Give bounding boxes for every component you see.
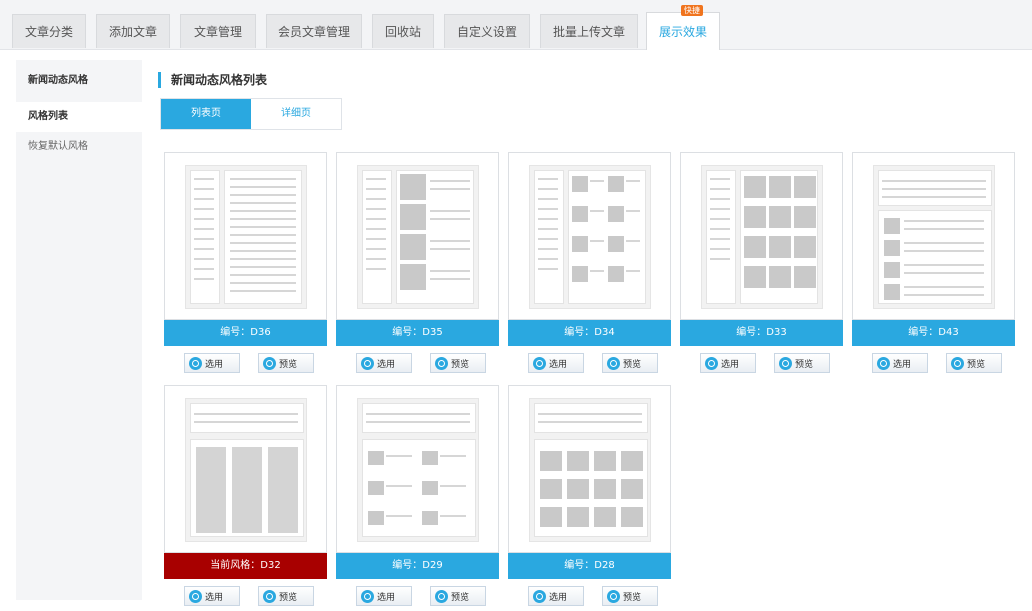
style-code-label: 编号：D34 xyxy=(508,320,671,346)
preview-button[interactable]: 预览 xyxy=(430,586,486,606)
select-button[interactable]: 选用 xyxy=(872,353,928,373)
main-content: 新闻动态风格列表 列表页 详细页 编号：D36 选用 预览 编号：D35 选用 … xyxy=(158,60,1024,607)
card-actions: 选用 预览 xyxy=(528,353,658,373)
magnifier-icon xyxy=(263,589,276,603)
preview-button[interactable]: 预览 xyxy=(602,353,658,373)
style-thumbnail[interactable] xyxy=(164,152,327,320)
card-actions: 选用 预览 xyxy=(356,353,486,373)
arrow-circle-icon xyxy=(705,356,718,370)
style-code-label: 编号：D35 xyxy=(336,320,499,346)
style-card-d36: 编号：D36 选用 预览 xyxy=(164,152,327,374)
tab-display-effect[interactable]: 展示效果 快捷 xyxy=(646,5,720,50)
thumbnail-wireframe xyxy=(357,398,479,542)
style-thumbnail[interactable] xyxy=(680,152,843,320)
arrow-circle-icon xyxy=(361,589,374,603)
style-code-label: 编号：D36 xyxy=(164,320,327,346)
top-tab-bar: 文章分类 添加文章 文章管理 会员文章管理 回收站 自定义设置 批量上传文章 展… xyxy=(0,0,1032,50)
style-card-d32-current: 当前风格：D32 选用 预览 xyxy=(164,385,327,607)
style-card-d29: 编号：D29 选用 预览 xyxy=(336,385,499,607)
tab-batch-upload[interactable]: 批量上传文章 xyxy=(540,14,638,48)
magnifier-icon xyxy=(951,356,964,370)
style-card-d35: 编号：D35 选用 预览 xyxy=(336,152,499,374)
thumbnail-wireframe xyxy=(529,165,651,309)
preview-button[interactable]: 预览 xyxy=(602,586,658,606)
sidebar-title: 新闻动态风格 xyxy=(28,75,88,86)
magnifier-icon xyxy=(435,356,448,370)
style-card-d43: 编号：D43 选用 预览 xyxy=(852,152,1015,374)
tab-article-manage[interactable]: 文章管理 xyxy=(180,14,256,48)
magnifier-icon xyxy=(607,356,620,370)
arrow-circle-icon xyxy=(361,356,374,370)
preview-button[interactable]: 预览 xyxy=(946,353,1002,373)
tab-article-category[interactable]: 文章分类 xyxy=(12,14,86,48)
preview-button[interactable]: 预览 xyxy=(258,353,314,373)
current-style-label: 当前风格：D32 xyxy=(164,553,327,579)
magnifier-icon xyxy=(435,589,448,603)
select-button[interactable]: 选用 xyxy=(528,353,584,373)
thumbnail-wireframe xyxy=(357,165,479,309)
style-thumbnail[interactable] xyxy=(336,385,499,553)
style-thumbnail[interactable] xyxy=(164,385,327,553)
tab-member-article-manage[interactable]: 会员文章管理 xyxy=(266,14,362,48)
card-actions: 选用 预览 xyxy=(184,586,314,606)
thumbnail-wireframe xyxy=(185,398,307,542)
style-thumbnail[interactable] xyxy=(852,152,1015,320)
tab-recycle-bin[interactable]: 回收站 xyxy=(372,14,434,48)
app-window: 文章分类 添加文章 文章管理 会员文章管理 回收站 自定义设置 批量上传文章 展… xyxy=(0,0,1032,611)
tab-add-article[interactable]: 添加文章 xyxy=(96,14,170,48)
style-card-d33: 编号：D33 选用 预览 xyxy=(680,152,843,374)
tab-custom-settings[interactable]: 自定义设置 xyxy=(444,14,530,48)
arrow-circle-icon xyxy=(189,589,202,603)
style-code-label: 编号：D43 xyxy=(852,320,1015,346)
select-button[interactable]: 选用 xyxy=(356,353,412,373)
style-card-d28: 编号：D28 选用 预览 xyxy=(508,385,671,607)
sidebar-item-style-list[interactable]: 风格列表 xyxy=(16,102,142,132)
arrow-circle-icon xyxy=(877,356,890,370)
select-button[interactable]: 选用 xyxy=(184,353,240,373)
subtab-detail-page[interactable]: 详细页 xyxy=(251,99,341,129)
subtab-list-page[interactable]: 列表页 xyxy=(161,99,251,129)
style-thumbnail[interactable] xyxy=(508,152,671,320)
select-button[interactable]: 选用 xyxy=(356,586,412,606)
card-actions: 选用 预览 xyxy=(700,353,830,373)
arrow-circle-icon xyxy=(189,356,202,370)
preview-button[interactable]: 预览 xyxy=(430,353,486,373)
thumbnail-wireframe xyxy=(873,165,995,309)
thumbnail-wireframe xyxy=(529,398,651,542)
select-button[interactable]: 选用 xyxy=(528,586,584,606)
card-actions: 选用 预览 xyxy=(528,586,658,606)
subtab-group: 列表页 详细页 xyxy=(160,98,342,130)
style-code-label: 编号：D33 xyxy=(680,320,843,346)
shortcut-badge: 快捷 xyxy=(681,5,703,16)
style-card-d34: 编号：D34 选用 预览 xyxy=(508,152,671,374)
arrow-circle-icon xyxy=(533,356,546,370)
thumbnail-wireframe xyxy=(185,165,307,309)
card-actions: 选用 预览 xyxy=(356,586,486,606)
style-thumbnail[interactable] xyxy=(336,152,499,320)
page-title: 新闻动态风格列表 xyxy=(158,72,267,88)
thumbnail-wireframe xyxy=(701,165,823,309)
style-code-label: 编号：D29 xyxy=(336,553,499,579)
magnifier-icon xyxy=(607,589,620,603)
arrow-circle-icon xyxy=(533,589,546,603)
sidebar-item-restore-default[interactable]: 恢复默认风格 xyxy=(16,132,142,162)
select-button[interactable]: 选用 xyxy=(700,353,756,373)
magnifier-icon xyxy=(779,356,792,370)
sidebar: 新闻动态风格 风格列表 恢复默认风格 xyxy=(16,60,142,600)
card-actions: 选用 预览 xyxy=(872,353,1002,373)
style-code-label: 编号：D28 xyxy=(508,553,671,579)
preview-button[interactable]: 预览 xyxy=(774,353,830,373)
card-actions: 选用 预览 xyxy=(184,353,314,373)
magnifier-icon xyxy=(263,356,276,370)
preview-button[interactable]: 预览 xyxy=(258,586,314,606)
style-thumbnail[interactable] xyxy=(508,385,671,553)
select-button[interactable]: 选用 xyxy=(184,586,240,606)
